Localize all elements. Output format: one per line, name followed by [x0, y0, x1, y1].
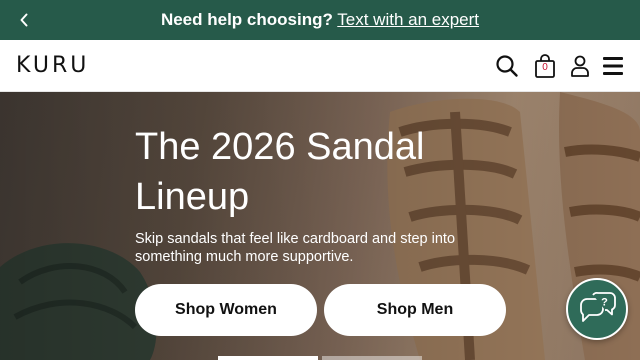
search-icon[interactable]	[494, 52, 520, 80]
shopping-bag-icon[interactable]: 0	[532, 52, 558, 80]
account-icon[interactable]	[567, 52, 593, 80]
cart-count: 0	[542, 62, 548, 73]
slide-indicator[interactable]	[322, 356, 422, 360]
chat-help-glyph: ?	[601, 297, 608, 309]
kuru-logo[interactable]: KURU	[16, 55, 89, 77]
site-header: KURU 0	[0, 40, 640, 92]
announcement-message: Need help choosing? Text with an expert	[0, 10, 640, 30]
text-expert-link[interactable]: Text with an expert	[337, 10, 479, 29]
announcement-bar: Need help choosing? Text with an expert	[0, 0, 640, 40]
hero-banner: The 2026 Sandal Lineup Skip sandals that…	[0, 92, 640, 360]
announcement-bold-text: Need help choosing?	[160, 10, 333, 29]
logo-wordmark: KURU	[16, 53, 90, 78]
shop-women-button[interactable]: Shop Women	[135, 284, 317, 336]
hero-title: The 2026 Sandal Lineup	[135, 126, 425, 218]
menu-icon[interactable]	[600, 52, 626, 80]
slide-indicator-active[interactable]	[218, 356, 318, 360]
chat-help-icon[interactable]: ?	[566, 278, 628, 340]
hero-subtitle: Skip sandals that feel like cardboard an…	[135, 231, 456, 265]
shop-men-button[interactable]: Shop Men	[324, 284, 506, 336]
